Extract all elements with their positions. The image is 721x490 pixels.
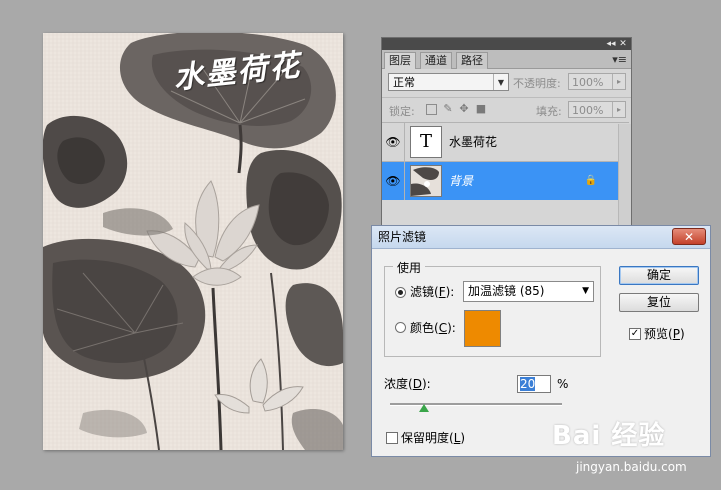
baidu-watermark: Bai 经验 [552,421,666,451]
use-group-label: 使用 [393,259,426,276]
background-layer-thumbnail [410,165,442,197]
opacity-label: 不透明度: [513,77,561,90]
filter-label-key: F [438,285,446,299]
density-label-suffix: ): [421,377,431,391]
reset-button[interactable]: 复位 [619,293,699,312]
chevron-right-icon: ▸ [612,74,625,89]
blend-mode-value: 正常 [393,76,415,89]
filter-label-prefix: 滤镜( [410,285,439,299]
density-input[interactable]: 20 [517,375,551,393]
dialog-titlebar[interactable]: 照片滤镜 ✕ [372,226,710,249]
preserve-label-suffix: ) [460,431,466,445]
tab-channels[interactable]: 通道 [420,52,452,69]
tab-paths[interactable]: 路径 [456,52,488,69]
layer-row-text[interactable]: 👁 T 水墨荷花 [382,122,629,161]
collapse-panel-icon[interactable]: ◂◂ [605,38,617,50]
panel-tabs: 图层 通道 路径 ▾≡ [382,50,631,69]
fill-label: 填充: [536,105,562,118]
lock-label: 锁定: [389,105,415,118]
color-swatch[interactable] [464,310,501,347]
density-value: 20 [520,377,536,391]
fill-value: 100% [572,104,604,117]
eye-icon[interactable]: 👁 [382,162,405,200]
eye-icon[interactable]: 👁 [382,123,405,161]
filter-label: 滤镜(F): [410,285,454,299]
ok-button[interactable]: 确定 [619,266,699,285]
filter-radio[interactable] [395,287,406,298]
dialog-title: 照片滤镜 [378,230,427,244]
panel-topbar: ◂◂ ✕ [382,38,631,50]
preview-label-suffix: ) [679,327,685,341]
density-label-prefix: 浓度( [384,377,413,391]
density-label: 浓度(D): [384,377,431,391]
thumbnail-image [411,166,441,196]
preserve-luminosity-label: 保留明度(L) [401,431,465,445]
preview-label: 预览(P) [644,327,685,341]
opacity-value: 100% [572,76,604,89]
chevron-down-icon: ▼ [582,286,589,296]
chevron-down-icon: ▼ [493,74,508,90]
watermark-url: jingyan.baidu.com [576,460,687,474]
lock-paint-icon[interactable]: ✎ [442,103,454,115]
lock-all-icon[interactable]: ■ [475,103,487,115]
tab-layers[interactable]: 图层 [384,52,416,69]
chevron-right-icon: ▸ [612,102,625,117]
density-slider-track[interactable] [390,403,562,406]
preserve-label-prefix: 保留明度( [401,431,454,445]
lock-icon: 🔒 [584,175,597,186]
close-panel-icon[interactable]: ✕ [617,38,629,50]
color-label-suffix: ): [447,321,456,335]
opacity-field[interactable]: 100% ▸ [568,73,626,90]
filter-select-value: 加温滤镜 (85) [468,284,545,298]
fill-field[interactable]: 100% ▸ [568,101,626,118]
panel-menu-icon[interactable]: ▾≡ [612,53,627,66]
layers-panel: ◂◂ ✕ 图层 通道 路径 ▾≡ 正常 ▼ 不透明度: 100% ▸ 锁定: ✎… [381,37,632,234]
lock-row: 锁定: ✎ ✥ ■ 填充: 100% ▸ [382,97,631,122]
document-canvas[interactable]: 水墨荷花 [43,33,343,450]
preview-checkbox[interactable]: ✓ [629,328,641,340]
density-unit: % [557,377,569,391]
blend-row: 正常 ▼ 不透明度: 100% ▸ [382,70,631,94]
color-radio[interactable] [395,322,406,333]
density-label-key: D [412,377,422,391]
lock-move-icon[interactable]: ✥ [458,103,470,115]
color-label-prefix: 颜色( [410,321,439,335]
color-label-key: C [438,321,448,335]
blend-mode-select[interactable]: 正常 ▼ [388,73,509,91]
density-slider-thumb[interactable] [419,404,430,412]
preserve-luminosity-checkbox[interactable] [386,432,398,444]
preview-label-prefix: 预览( [644,327,673,341]
lock-transparent-icon[interactable] [426,104,437,115]
filter-select[interactable]: 加温滤镜 (85) ▼ [463,281,594,302]
filter-label-suffix: ): [445,285,455,299]
color-label: 颜色(C): [410,321,456,335]
layer-row-background[interactable]: 👁 背景 🔒 [382,161,629,200]
preview-label-key: P [672,327,680,341]
layer-name: 水墨荷花 [449,135,498,149]
close-button[interactable]: ✕ [672,228,706,245]
layer-name: 背景 [449,174,474,188]
text-layer-thumbnail: T [410,126,442,158]
layers-scrollbar[interactable] [618,124,631,232]
